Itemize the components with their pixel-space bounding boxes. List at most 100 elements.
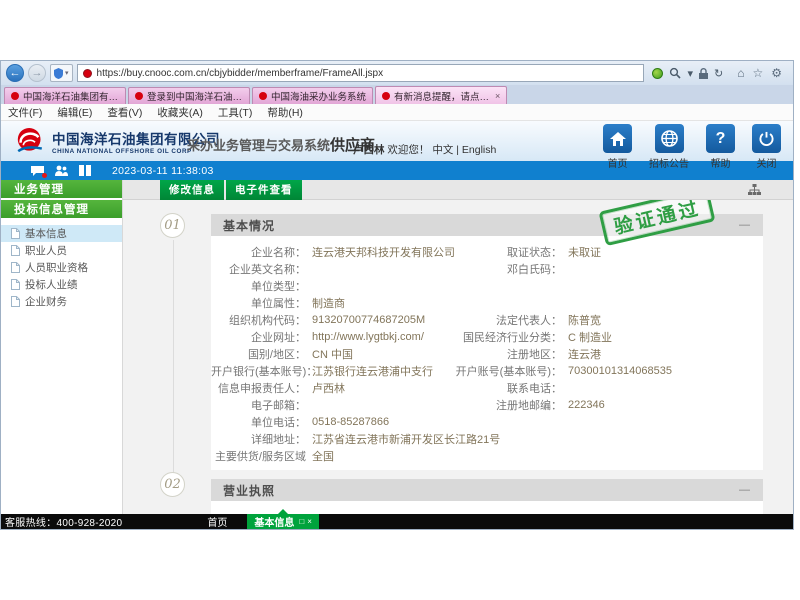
url-input[interactable]: https://buy.cnooc.com.cn/cbjybidder/memb… [77, 64, 645, 82]
collapse-icon[interactable]: — [739, 219, 751, 231]
compatibility-icon[interactable] [652, 68, 663, 79]
tab-login[interactable]: 登录到中国海洋石油集团有限... [128, 87, 250, 104]
footer-active-tab[interactable]: 基本信息 □ × [247, 514, 319, 529]
globe-icon [661, 130, 678, 147]
field-label: 国别/地区： [211, 346, 306, 362]
nav-bid-announcements[interactable]: 招标公告 [649, 124, 689, 170]
message-icon[interactable] [31, 165, 44, 176]
sidebar-item-professionals[interactable]: 职业人员 [1, 242, 122, 259]
desktop: ← → ▾ https://buy.cnooc.com.cn/cbjybidde… [0, 0, 800, 600]
sitemap-icon[interactable] [748, 184, 761, 196]
address-dropdown[interactable]: ▾ [50, 64, 73, 82]
tab-procurement-system[interactable]: 中国海油采办业务系统 [252, 87, 373, 104]
restore-icon[interactable]: □ [299, 517, 304, 526]
lang-zh-link[interactable]: 中文 [432, 144, 453, 156]
field-value: 未取证 [562, 244, 763, 260]
datetime-text: 2023-03-11 11:38:03 [112, 165, 214, 177]
menu-help[interactable]: 帮助(H) [267, 105, 303, 120]
section-title: 基本情况 [223, 217, 275, 234]
menu-tools[interactable]: 工具(T) [218, 105, 252, 120]
nav-close[interactable]: 关闭 [752, 124, 781, 170]
field-label: 企业英文名称： [211, 261, 306, 277]
refresh-icon[interactable]: ↻ [714, 67, 723, 80]
forward-button[interactable]: → [28, 64, 46, 82]
sidebar-item-label: 职业人员 [25, 243, 67, 258]
user-name: 卢西林 [353, 144, 385, 156]
menu-favorites[interactable]: 收藏夹(A) [157, 105, 203, 120]
tab-favicon [11, 92, 19, 100]
license-body [211, 501, 763, 514]
sidebar-item-label: 企业财务 [25, 294, 67, 309]
field-label: 企业网址： [211, 329, 306, 345]
form-row: 电子邮箱：注册地邮编：222346 [211, 396, 763, 413]
search-dropdown-icon[interactable]: ▾ [687, 67, 693, 80]
field-value: 全国 [306, 448, 422, 464]
home-icon[interactable]: ⌂ [737, 66, 744, 80]
user-greeting: 卢西林 欢迎您！ 中文 | English [353, 142, 496, 157]
tab-close-icon[interactable]: × [494, 91, 500, 101]
field-value: 连云港 [562, 346, 763, 362]
form-row: 企业网址：http://www.lygtbkj.com/国民经济行业分类：C 制… [211, 328, 763, 345]
help-icon: ? [716, 130, 726, 148]
form-row: 主要供货/服务区域全国 [211, 447, 763, 464]
sidebar-item-personnel-qualifications[interactable]: 人员职业资格 [1, 259, 122, 276]
field-label: 注册地区： [422, 346, 562, 362]
field-value: http://www.lygtbkj.com/ [306, 331, 422, 343]
form-row: 单位属性：制造商 [211, 294, 763, 311]
favorites-icon[interactable]: ☆ [752, 66, 763, 80]
nav-bid-label: 招标公告 [649, 155, 689, 170]
form-row: 企业名称：连云港天邦科技开发有限公司取证状态：未取证 [211, 243, 763, 260]
content-toolbar: 修改信息 电子件查看 [123, 180, 793, 200]
document-icon [11, 228, 20, 239]
tab-title: 中国海油采办业务系统 [271, 89, 366, 103]
field-label: 单位电话： [211, 414, 306, 430]
sidebar-item-company-finance[interactable]: 企业财务 [1, 293, 122, 310]
cnooc-logo [13, 125, 47, 157]
field-value: 91320700774687205M [306, 314, 422, 326]
modify-info-button[interactable]: 修改信息 [160, 180, 224, 200]
contacts-icon[interactable] [55, 165, 68, 176]
view-efiles-button[interactable]: 电子件查看 [226, 180, 302, 200]
nav-help[interactable]: ? 帮助 [706, 124, 735, 170]
settings-icon[interactable]: ⚙ [771, 66, 782, 80]
sidebar-section-bidinfo[interactable]: 投标信息管理 [1, 200, 122, 218]
lock-icon [699, 68, 708, 79]
field-label: 信息申报责任人： [211, 380, 306, 396]
section-basic-info: 基本情况 — 验证通过 企业名称：连云港天邦科技开发有限公司取证状态：未取证 企… [211, 214, 763, 470]
field-label: 取证状态： [422, 244, 562, 260]
welcome-text: 欢迎您！ [387, 144, 429, 156]
field-value: 连云港天邦科技开发有限公司 [306, 244, 422, 260]
menu-view[interactable]: 查看(V) [107, 105, 142, 120]
sidebar-section-business[interactable]: 业务管理 [1, 180, 122, 198]
back-button[interactable]: ← [6, 64, 24, 82]
close-icon[interactable]: × [307, 517, 312, 526]
form-row: 开户银行(基本账号)：江苏银行连云港浦中支行开户账号(基本账号)：7030010… [211, 362, 763, 379]
field-value: 0518-85287866 [306, 416, 422, 428]
sidebar-item-bidder-performance[interactable]: 投标人业绩 [1, 276, 122, 293]
sidebar-item-label: 人员职业资格 [25, 260, 88, 275]
sidebar-item-basic-info[interactable]: 基本信息 [1, 225, 122, 242]
field-label: 法定代表人： [422, 312, 562, 328]
nav-home[interactable]: 首页 [603, 124, 632, 170]
browser-tabs: 中国海洋石油集团有限公司采... 登录到中国海洋石油集团有限... 中国海油采办… [1, 85, 793, 104]
lang-en-link[interactable]: English [462, 144, 496, 156]
organization-icon[interactable] [79, 165, 91, 176]
field-label: 开户银行(基本账号)： [211, 363, 306, 379]
section-number-1: 01 [160, 213, 185, 238]
form-row: 组织机构代码：91320700774687205M法定代表人：陈普宽 [211, 311, 763, 328]
menu-edit[interactable]: 编辑(E) [57, 105, 92, 120]
field-label: 企业名称： [211, 244, 306, 260]
collapse-icon[interactable]: — [739, 484, 751, 496]
field-value: 陈普宽 [562, 312, 763, 328]
search-icon[interactable] [669, 67, 681, 79]
tab-message-alert[interactable]: 有新消息提醒，请点击查看... × [375, 86, 507, 104]
dropdown-icon: ▾ [65, 69, 69, 77]
footer-home-tab[interactable]: 首页 [207, 514, 227, 529]
nav-help-label: 帮助 [711, 155, 731, 170]
tab-cnooc-group[interactable]: 中国海洋石油集团有限公司采... [4, 87, 126, 104]
menu-file[interactable]: 文件(F) [8, 105, 42, 120]
field-label: 国民经济行业分类： [422, 329, 562, 345]
field-value: 222346 [562, 399, 763, 411]
browser-urlbar: ← → ▾ https://buy.cnooc.com.cn/cbjybidde… [1, 61, 793, 85]
field-label: 单位类型： [211, 278, 306, 294]
